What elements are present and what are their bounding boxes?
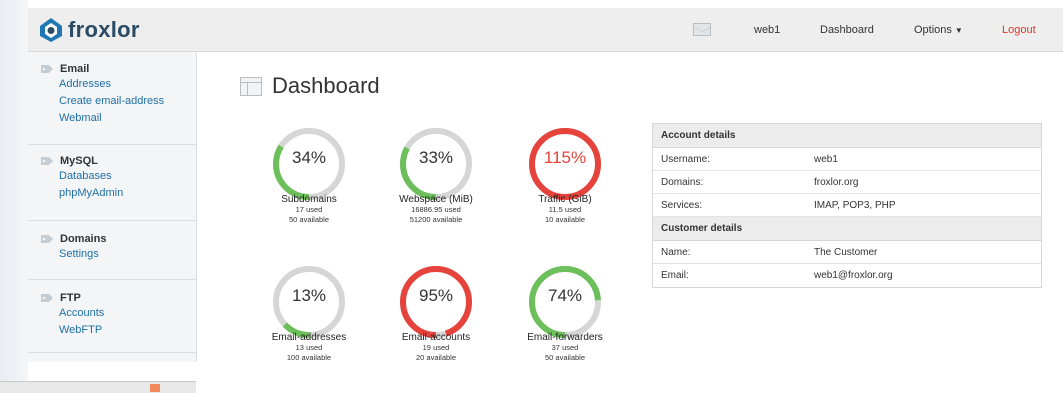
sidebar-section-domains: Domains Settings [40, 232, 106, 263]
sidebar-link-webftp[interactable]: WebFTP [59, 322, 104, 339]
gauge-available: 100 available [286, 353, 332, 362]
dashboard-icon [240, 76, 262, 96]
sidebar-divider [28, 279, 197, 280]
table-row: Username: web1 [653, 148, 1041, 171]
sidebar-link-accounts[interactable]: Accounts [59, 305, 104, 322]
page-header: Dashboard [240, 73, 380, 99]
row-label: Email: [661, 270, 689, 281]
froxlor-logo-icon [40, 18, 62, 42]
row-label: Username: [661, 154, 710, 165]
sidebar-section-ftp: FTP Accounts WebFTP [40, 291, 104, 339]
sidebar-section-mysql: MySQL Databases phpMyAdmin [40, 154, 123, 202]
sidebar-divider [28, 220, 197, 221]
gauge-label: Email-forwarders [527, 332, 603, 343]
tag-icon [40, 156, 54, 166]
gauge-percent: 13% [291, 286, 327, 305]
row-value: web1@froxlor.org [814, 270, 893, 281]
table-row: Name: The Customer [653, 241, 1041, 264]
sidebar-link-addresses[interactable]: Addresses [59, 76, 164, 93]
gauge-percent: 74% [547, 286, 583, 305]
sidebar: Email Addresses Create email-address Web… [28, 52, 197, 362]
gauge-email-forwarders: 74% Email-forwarders 37 used 50 availabl… [515, 262, 615, 363]
gauge-used: 19 used [422, 343, 450, 352]
gauge-available: 10 available [544, 215, 586, 224]
gauge-email-addresses: 13% Email-addresses 13 used 100 availabl… [259, 262, 359, 363]
gauge-label: Email-accounts [401, 332, 471, 343]
sidebar-section-title[interactable]: Domains [40, 232, 106, 246]
row-label: Domains: [661, 177, 704, 188]
gauge-webspace: 33% Webspace (MiB) 16886.95 used 51200 a… [386, 124, 486, 225]
gauge-used: 16886.95 used [411, 205, 461, 214]
sidebar-section-label: FTP [60, 292, 81, 304]
gauge-available: 50 available [544, 353, 586, 362]
sidebar-section-email: Email Addresses Create email-address Web… [40, 62, 164, 127]
gauge-percent: 95% [418, 286, 454, 305]
gauge-used: 13 used [295, 343, 323, 352]
fragment-button [150, 384, 160, 392]
sidebar-divider [28, 352, 197, 353]
gauge-available: 20 available [415, 353, 457, 362]
row-value: web1 [814, 154, 838, 165]
sidebar-link-phpmyadmin[interactable]: phpMyAdmin [59, 185, 123, 202]
row-value: The Customer [814, 247, 878, 258]
table-row: Email: web1@froxlor.org [653, 264, 1041, 287]
row-value: IMAP, POP3, PHP [814, 200, 896, 211]
sidebar-divider [28, 144, 197, 145]
row-label: Services: [661, 200, 703, 211]
gauge-percent: 34% [291, 148, 327, 167]
table-row: Domains: froxlor.org [653, 171, 1041, 194]
tag-icon [40, 234, 54, 244]
sidebar-section-label: Domains [60, 233, 107, 245]
sidebar-section-title[interactable]: FTP [40, 291, 104, 305]
gauge-email-accounts: 95% Email-accounts 19 used 20 available [386, 262, 486, 363]
nav-dashboard[interactable]: Dashboard [820, 24, 874, 36]
tag-icon [40, 293, 54, 303]
tag-icon [40, 64, 54, 74]
sidebar-link-webmail[interactable]: Webmail [59, 110, 164, 127]
brand[interactable]: froxlor [38, 17, 140, 43]
sidebar-link-create-email-address[interactable]: Create email-address [59, 93, 164, 110]
sidebar-link-settings[interactable]: Settings [59, 246, 106, 263]
overlay-window-fragment [0, 381, 196, 393]
account-details-header: Account details [653, 124, 1041, 148]
customer-details-header: Customer details [653, 217, 1041, 241]
gauge-percent: 115% [543, 148, 587, 167]
nav-user[interactable]: web1 [754, 24, 780, 36]
nav-logout[interactable]: Logout [1002, 24, 1036, 36]
nav-options[interactable]: Options ▼ [914, 24, 963, 36]
account-details-panel: Account details Username: web1 Domains: … [652, 123, 1042, 288]
page-title: Dashboard [272, 73, 380, 98]
gauge-available: 51200 available [409, 215, 463, 224]
left-edge-decoration [0, 0, 28, 393]
gauge-available: 50 available [288, 215, 330, 224]
gauge-percent: 33% [418, 148, 454, 167]
row-label: Name: [661, 247, 691, 258]
gauge-label: Email-addresses [271, 332, 347, 343]
top-navbar: froxlor web1 Dashboard Options ▼ Logout [28, 8, 1063, 52]
gauge-used: 37 used [551, 343, 579, 352]
sidebar-link-databases[interactable]: Databases [59, 168, 123, 185]
mail-icon[interactable] [693, 23, 711, 36]
brand-name: froxlor [68, 17, 140, 42]
sidebar-section-label: Email [60, 63, 90, 75]
gauge-used: 17 used [295, 205, 323, 214]
gauge-subdomains: 34% Subdomains 17 used 50 available [259, 124, 359, 225]
sidebar-section-title[interactable]: Email [40, 62, 164, 76]
gauge-label: Traffic (GiB) [538, 194, 592, 205]
sidebar-section-label: MySQL [60, 155, 98, 167]
nav-options-label: Options [914, 24, 952, 36]
caret-down-icon: ▼ [954, 26, 963, 35]
sidebar-section-title[interactable]: MySQL [40, 154, 123, 168]
gauge-used: 11.5 used [548, 205, 582, 214]
gauge-traffic: 115% Traffic (GiB) 11.5 used 10 availabl… [515, 124, 615, 225]
gauge-label: Subdomains [281, 194, 337, 205]
table-row: Services: IMAP, POP3, PHP [653, 194, 1041, 217]
row-value: froxlor.org [814, 177, 859, 188]
gauge-label: Webspace (MiB) [399, 194, 473, 205]
